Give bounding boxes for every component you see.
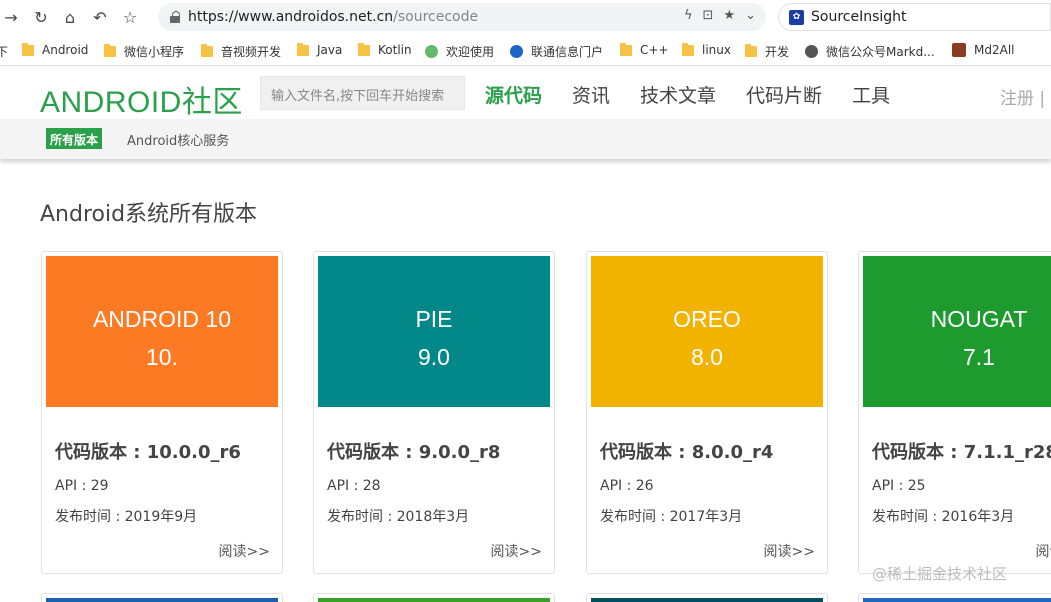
bookmark-wechat-md[interactable]: 微信公众号Markd... bbox=[805, 43, 935, 60]
version-banner[interactable] bbox=[591, 598, 823, 602]
folder-icon bbox=[104, 44, 116, 57]
folder-icon bbox=[620, 42, 632, 56]
version-number: 8.0 bbox=[691, 344, 723, 370]
folder-icon bbox=[745, 44, 757, 57]
code-version: 代码版本 : 10.0.0_r6 bbox=[55, 442, 241, 463]
version-card[interactable]: ANDROID 10 10. 代码版本 : 10.0.0_r6 API : 29… bbox=[41, 251, 283, 574]
home-icon[interactable]: ⌂ bbox=[59, 6, 81, 28]
forward-arrow-icon[interactable]: → bbox=[0, 6, 22, 28]
api-level: API : 28 bbox=[327, 478, 381, 494]
nav-tools[interactable]: 工具 bbox=[852, 81, 890, 108]
bookmark-wechat-mini[interactable]: 微信小程序 bbox=[104, 43, 184, 60]
chevron-down-icon[interactable]: ⌄ bbox=[745, 8, 756, 23]
undo-icon[interactable]: ↶ bbox=[89, 6, 111, 28]
star-icon[interactable]: ☆ bbox=[119, 6, 141, 28]
api-level: API : 25 bbox=[872, 478, 926, 494]
api-level: API : 29 bbox=[55, 478, 109, 494]
release-date: 发布时间 : 2019年9月 bbox=[55, 509, 198, 525]
read-more-link[interactable]: 阅读>> bbox=[764, 541, 815, 561]
bookmark-cpp[interactable]: C++ bbox=[620, 42, 669, 57]
bookmark-overflow[interactable]: 下 bbox=[0, 43, 8, 60]
lightning-icon[interactable]: ϟ bbox=[684, 8, 693, 23]
folder-icon bbox=[358, 42, 370, 56]
version-banner[interactable]: NOUGAT 7.1 bbox=[863, 256, 1051, 407]
page-title: Android系统所有版本 bbox=[40, 202, 258, 227]
screenshot-icon[interactable]: ⊡ bbox=[703, 8, 714, 23]
extension-bar[interactable]: ✿ SourceInsight bbox=[778, 3, 1051, 31]
version-card[interactable] bbox=[586, 593, 828, 602]
version-name: OREO bbox=[673, 306, 741, 332]
bookmark-dev[interactable]: 开发 bbox=[745, 43, 789, 60]
nav-news[interactable]: 资讯 bbox=[572, 81, 610, 108]
version-banner[interactable]: PIE 9.0 bbox=[318, 256, 550, 407]
version-name: NOUGAT bbox=[930, 306, 1028, 332]
tab-all-versions[interactable]: 所有版本 bbox=[46, 128, 103, 149]
search-input[interactable]: 输入文件名,按下回车开始搜索 bbox=[260, 76, 465, 110]
bookmark-java[interactable]: Java bbox=[297, 42, 342, 57]
bookmarks-bar: 下 Android 微信小程序 音视频开发 Java Kotlin 欢迎使用 联… bbox=[0, 36, 1051, 66]
tab-core-services[interactable]: Android核心服务 bbox=[127, 130, 229, 149]
release-date: 发布时间 : 2018年3月 bbox=[327, 509, 470, 525]
version-card[interactable]: NOUGAT 7.1 代码版本 : 7.1.1_r28 API : 25 发布时… bbox=[858, 251, 1051, 574]
folder-icon bbox=[201, 44, 213, 57]
ie-logo-icon bbox=[510, 45, 523, 58]
browser-toolbar: → ↻ ⌂ ↶ ☆ https://www.androidos.net.cn/s… bbox=[0, 0, 1051, 34]
url-actions: ϟ ⊡ ★ ⌄ bbox=[684, 8, 756, 23]
read-more-link[interactable]: 阅读>> bbox=[1036, 541, 1051, 561]
main-nav: 源代码 资讯 技术文章 代码片断 工具 bbox=[485, 81, 920, 108]
version-name: PIE bbox=[415, 306, 453, 332]
release-date: 发布时间 : 2017年3月 bbox=[600, 509, 743, 525]
nav-source-code[interactable]: 源代码 bbox=[485, 81, 542, 108]
version-number: 7.1 bbox=[963, 344, 995, 370]
address-bar[interactable]: https://www.androidos.net.cn/sourcecode … bbox=[158, 3, 766, 31]
register-login-link[interactable]: 注册 | 登 bbox=[1000, 84, 1051, 109]
bookmark-android[interactable]: Android bbox=[22, 42, 88, 57]
bookmark-md2all[interactable]: Md2All bbox=[952, 43, 1014, 57]
bookmark-linux[interactable]: linux bbox=[682, 42, 731, 57]
version-number: 10. bbox=[146, 344, 178, 370]
code-version: 代码版本 : 8.0.0_r4 bbox=[600, 442, 774, 463]
bookmark-unicom[interactable]: 联通信息门户 bbox=[510, 43, 603, 60]
version-name: ANDROID 10 bbox=[92, 306, 232, 332]
version-banner[interactable]: ANDROID 10 10. bbox=[46, 256, 278, 407]
read-more-link[interactable]: 阅读>> bbox=[219, 541, 270, 561]
folder-icon bbox=[682, 42, 694, 56]
globe-icon bbox=[805, 45, 818, 58]
version-card[interactable] bbox=[858, 593, 1051, 602]
folder-icon bbox=[22, 42, 34, 56]
site-header: ANDROID社区 输入文件名,按下回车开始搜索 源代码 资讯 技术文章 代码片… bbox=[0, 67, 1051, 119]
read-more-link[interactable]: 阅读>> bbox=[491, 541, 542, 561]
version-banner[interactable] bbox=[318, 598, 550, 602]
version-card[interactable]: PIE 9.0 代码版本 : 9.0.0_r8 API : 28 发布时间 : … bbox=[313, 251, 555, 574]
watermark: @稀土掘金技术社区 bbox=[872, 565, 1008, 583]
api-level: API : 26 bbox=[600, 478, 654, 494]
lock-icon bbox=[170, 11, 180, 23]
version-card[interactable]: OREO 8.0 代码版本 : 8.0.0_r4 API : 26 发布时间 :… bbox=[586, 251, 828, 574]
code-version: 代码版本 : 7.1.1_r28 bbox=[872, 442, 1051, 463]
version-card[interactable] bbox=[41, 593, 283, 602]
md2all-icon bbox=[952, 43, 966, 57]
release-date: 发布时间 : 2016年3月 bbox=[872, 509, 1015, 525]
bookmark-av-dev[interactable]: 音视频开发 bbox=[201, 43, 281, 60]
nav-code-snippets[interactable]: 代码片断 bbox=[746, 81, 822, 108]
bookmark-star-icon[interactable]: ★ bbox=[723, 8, 735, 23]
version-card[interactable] bbox=[313, 593, 555, 602]
version-banner[interactable] bbox=[863, 598, 1051, 602]
baidu-paw-icon: ✿ bbox=[789, 10, 804, 25]
extension-label: SourceInsight bbox=[811, 9, 907, 25]
folder-icon bbox=[297, 42, 309, 56]
url-text[interactable]: https://www.androidos.net.cn/sourcecode bbox=[188, 9, 478, 25]
code-version: 代码版本 : 9.0.0_r8 bbox=[327, 442, 501, 463]
bookmark-welcome[interactable]: 欢迎使用 bbox=[425, 43, 494, 60]
reload-icon[interactable]: ↻ bbox=[30, 6, 52, 28]
nav-tech-articles[interactable]: 技术文章 bbox=[640, 81, 716, 108]
bookmark-kotlin[interactable]: Kotlin bbox=[358, 42, 412, 57]
version-banner[interactable]: OREO 8.0 bbox=[591, 256, 823, 407]
sub-nav: 所有版本 Android核心服务 bbox=[0, 119, 1051, 159]
version-banner[interactable] bbox=[46, 598, 278, 602]
site-logo[interactable]: ANDROID社区 bbox=[40, 77, 243, 121]
globe-icon bbox=[425, 45, 438, 58]
version-number: 9.0 bbox=[418, 344, 450, 370]
